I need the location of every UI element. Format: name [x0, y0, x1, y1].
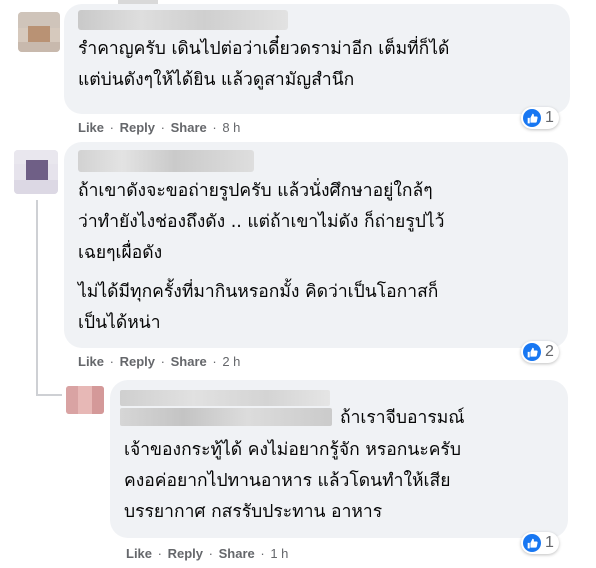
blurred-author-name-line2: [120, 408, 332, 426]
timestamp[interactable]: 2 h: [222, 354, 240, 369]
reaction-count-badge[interactable]: 1: [521, 532, 559, 554]
share-button[interactable]: Share: [219, 546, 255, 561]
like-button[interactable]: Like: [78, 354, 104, 369]
comment-text: ไม่ได้มีทุกครั้งที่มากินหรอกมั้ง คิดว่าเ…: [78, 282, 439, 333]
comment-bubble: ถ้าเขาดังจะขอถ่ายรูปครับ แล้วนั่งศึกษาอย…: [64, 142, 568, 348]
reaction-count: 1: [545, 109, 554, 126]
avatar[interactable]: [14, 150, 58, 194]
comment-actions: Like · Reply · Share · 2 h: [78, 354, 241, 369]
reply-button[interactable]: Reply: [120, 120, 155, 135]
avatar[interactable]: [66, 386, 104, 414]
comment-actions: Like · Reply · Share · 8 h: [78, 120, 241, 135]
reaction-count: 2: [545, 343, 554, 360]
thumbs-up-like-icon: [523, 534, 541, 552]
like-button[interactable]: Like: [78, 120, 104, 135]
reaction-count-badge[interactable]: 1: [521, 107, 559, 129]
reply-button[interactable]: Reply: [168, 546, 203, 561]
avatar[interactable]: [18, 12, 60, 52]
reaction-count-badge[interactable]: 2: [521, 341, 559, 363]
like-button[interactable]: Like: [126, 546, 152, 561]
timestamp[interactable]: 8 h: [222, 120, 240, 135]
comment-bubble: ถ้าเราจีบอารมณ์ เจ้าของกระทู้ได้ คงไม่อย…: [110, 380, 568, 538]
timestamp[interactable]: 1 h: [270, 546, 288, 561]
thumbs-up-like-icon: [523, 343, 541, 361]
share-button[interactable]: Share: [171, 120, 207, 135]
comment-text: เจ้าของกระทู้ได้ คงไม่อยากรู้จัก หรอกนะค…: [124, 440, 461, 522]
comment-bubble: รำคาญครับ เดินไปต่อว่าเดี๋ยวดราม่าอีก เต…: [64, 4, 570, 114]
thumbs-up-like-icon: [523, 109, 541, 127]
thread-line: [36, 200, 38, 396]
comment-text: ถ้าเขาดังจะขอถ่ายรูปครับ แล้วนั่งศึกษาอย…: [78, 181, 445, 263]
thread-line: [36, 394, 62, 396]
blurred-author-name[interactable]: [120, 390, 330, 406]
reaction-count: 1: [545, 534, 554, 551]
share-button[interactable]: Share: [171, 354, 207, 369]
blurred-author-name[interactable]: [78, 150, 254, 172]
comment-actions: Like · Reply · Share · 1 h: [126, 546, 289, 561]
comment-text: รำคาญครับ เดินไปต่อว่าเดี๋ยวดราม่าอีก เต…: [78, 39, 450, 90]
blurred-author-name[interactable]: [78, 10, 288, 30]
reply-button[interactable]: Reply: [120, 354, 155, 369]
comment-text-inline: ถ้าเราจีบอารมณ์: [340, 408, 465, 428]
